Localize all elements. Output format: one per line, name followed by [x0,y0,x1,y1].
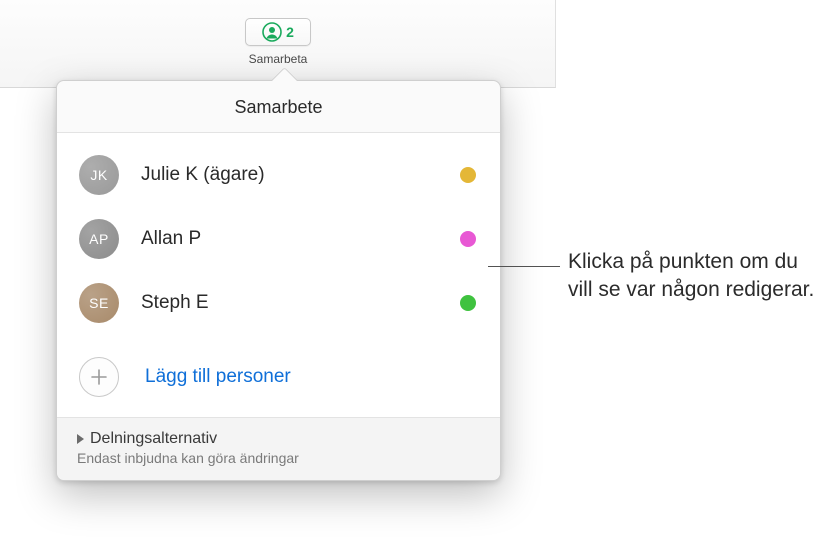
plus-icon [79,357,119,397]
collaborate-button[interactable]: 2 [245,18,311,46]
person-row[interactable]: AP Allan P [57,207,500,271]
person-name: Allan P [141,228,460,250]
person-name: Julie K (ägare) [141,164,460,186]
person-row[interactable]: SE Steph E [57,271,500,335]
sharing-options-subtitle: Endast inbjudna kan göra ändringar [77,450,480,466]
sharing-options-title: Delningsalternativ [90,430,217,448]
callout-text: Klicka på punkten om du vill se var någo… [568,248,818,305]
avatar: AP [79,219,119,259]
avatar: JK [79,155,119,195]
person-name: Steph E [141,292,460,314]
add-people-button[interactable]: Lägg till personer [57,341,500,418]
add-people-label: Lägg till personer [145,366,291,388]
people-list: JK Julie K (ägare) AP Allan P SE Steph E [57,133,500,341]
sharing-options[interactable]: Delningsalternativ Endast inbjudna kan g… [57,418,500,480]
person-circle-icon [262,22,282,42]
status-dot[interactable] [460,295,476,311]
status-dot[interactable] [460,167,476,183]
disclosure-triangle-icon[interactable] [77,434,84,444]
popover-title: Samarbete [57,81,500,133]
collaboration-popover: Samarbete JK Julie K (ägare) AP Allan P … [56,80,501,481]
status-dot[interactable] [460,231,476,247]
collaborate-button-label: Samarbeta [242,52,314,66]
callout-line [488,266,560,267]
avatar: SE [79,283,119,323]
collaborator-count: 2 [286,24,294,40]
person-row[interactable]: JK Julie K (ägare) [57,143,500,207]
